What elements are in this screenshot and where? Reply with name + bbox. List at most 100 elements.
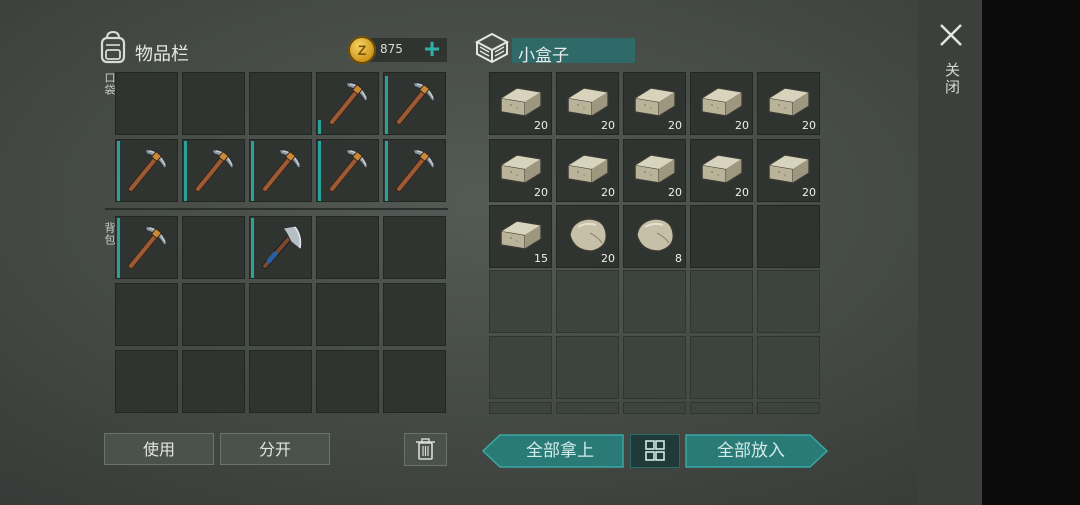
item-quantity: 20 [735, 186, 749, 199]
pickaxe-icon [391, 78, 439, 126]
backpack-slot[interactable] [249, 283, 312, 346]
backpack-icon [100, 30, 126, 64]
container-slot[interactable] [489, 270, 552, 333]
container-slot[interactable] [623, 402, 686, 414]
pickaxe-icon [190, 145, 238, 193]
close-label[interactable]: 关闭 [942, 62, 963, 96]
pickaxe-icon [123, 145, 171, 193]
container-slot[interactable]: 20 [757, 139, 820, 202]
item-quantity: 8 [675, 252, 682, 265]
pocket-slot[interactable] [249, 72, 312, 135]
container-slot[interactable]: 20 [489, 139, 552, 202]
container-slot[interactable] [757, 205, 820, 268]
pickaxe-icon [257, 145, 305, 193]
use-button[interactable]: 使用 [104, 433, 214, 465]
container-slot[interactable] [489, 402, 552, 414]
container-slot[interactable] [623, 336, 686, 399]
backpack-slot[interactable] [249, 350, 312, 413]
container-slot[interactable]: 20 [489, 72, 552, 135]
item-quantity: 20 [534, 119, 548, 132]
pickaxe-icon [324, 78, 372, 126]
pocket-slot[interactable] [115, 72, 178, 135]
durability-bar [184, 141, 187, 201]
container-slot[interactable] [690, 205, 753, 268]
backpack-slot[interactable] [115, 283, 178, 346]
backpack-slot[interactable] [182, 350, 245, 413]
backpack-slot[interactable] [115, 350, 178, 413]
container-slot[interactable] [556, 402, 619, 414]
backpack-slot[interactable] [316, 283, 379, 346]
inventory-title: 物品栏 [135, 44, 189, 65]
item-quantity: 20 [668, 119, 682, 132]
item-quantity: 20 [668, 186, 682, 199]
trash-button[interactable] [404, 433, 447, 466]
backpack-slot[interactable] [383, 350, 446, 413]
close-icon[interactable] [936, 20, 966, 50]
pocket-slot[interactable] [115, 139, 178, 202]
item-quantity: 20 [802, 119, 816, 132]
container-slot[interactable]: 20 [690, 72, 753, 135]
container-slot[interactable]: 20 [556, 205, 619, 268]
add-coins-button[interactable]: + [420, 35, 444, 63]
durability-bar [385, 141, 388, 201]
durability-bar [318, 120, 321, 134]
container-slot[interactable]: 20 [623, 72, 686, 135]
backpack-slot[interactable] [115, 216, 178, 279]
container-slot[interactable] [690, 270, 753, 333]
container-slot[interactable] [757, 336, 820, 399]
container-slot[interactable] [556, 336, 619, 399]
backpack-slot[interactable] [182, 216, 245, 279]
trash-icon [416, 438, 435, 460]
item-quantity: 20 [534, 186, 548, 199]
container-slot[interactable] [690, 402, 753, 414]
coin-count: 875 [380, 42, 403, 56]
container-slot[interactable] [623, 270, 686, 333]
container-slot[interactable] [690, 336, 753, 399]
item-quantity: 20 [601, 252, 615, 265]
container-slot[interactable]: 15 [489, 205, 552, 268]
pickaxe-icon [324, 145, 372, 193]
container-slot[interactable]: 20 [690, 139, 753, 202]
container-slot[interactable]: 20 [556, 139, 619, 202]
durability-bar [385, 76, 388, 134]
durability-bar [251, 218, 254, 278]
axe-icon [257, 222, 305, 270]
pocket-slot[interactable] [182, 72, 245, 135]
sort-button[interactable] [630, 434, 680, 468]
coin-icon: Z [348, 36, 376, 64]
container-slot[interactable]: 20 [757, 72, 820, 135]
grid-icon [645, 440, 665, 461]
container-slot[interactable] [489, 336, 552, 399]
pickaxe-icon [391, 145, 439, 193]
container-slot[interactable]: 20 [623, 139, 686, 202]
container-title: 小盒子 [518, 46, 569, 66]
container-slot[interactable] [757, 402, 820, 414]
section-divider [105, 208, 448, 210]
pocket-slot[interactable] [316, 139, 379, 202]
pocket-slot[interactable] [182, 139, 245, 202]
stone-icon [631, 211, 679, 259]
container-slot[interactable]: 8 [623, 205, 686, 268]
backpack-slot[interactable] [383, 283, 446, 346]
pocket-slot[interactable] [316, 72, 379, 135]
durability-bar [318, 141, 321, 201]
container-slot[interactable]: 20 [556, 72, 619, 135]
take-all-button[interactable]: 全部拿上 [496, 434, 624, 468]
put-all-button[interactable]: 全部放入 [687, 434, 815, 468]
backpack-slot[interactable] [316, 350, 379, 413]
backpack-slot[interactable] [182, 283, 245, 346]
split-button[interactable]: 分开 [220, 433, 330, 465]
pocket-slot[interactable] [383, 139, 446, 202]
backpack-slot[interactable] [249, 216, 312, 279]
item-quantity: 20 [802, 186, 816, 199]
item-quantity: 20 [735, 119, 749, 132]
durability-bar [251, 141, 254, 201]
container-slot[interactable] [556, 270, 619, 333]
container-slot[interactable] [757, 270, 820, 333]
item-quantity: 15 [534, 252, 548, 265]
backpack-slot[interactable] [316, 216, 379, 279]
pocket-slot[interactable] [249, 139, 312, 202]
pocket-slot[interactable] [383, 72, 446, 135]
backpack-slot[interactable] [383, 216, 446, 279]
item-quantity: 20 [601, 119, 615, 132]
